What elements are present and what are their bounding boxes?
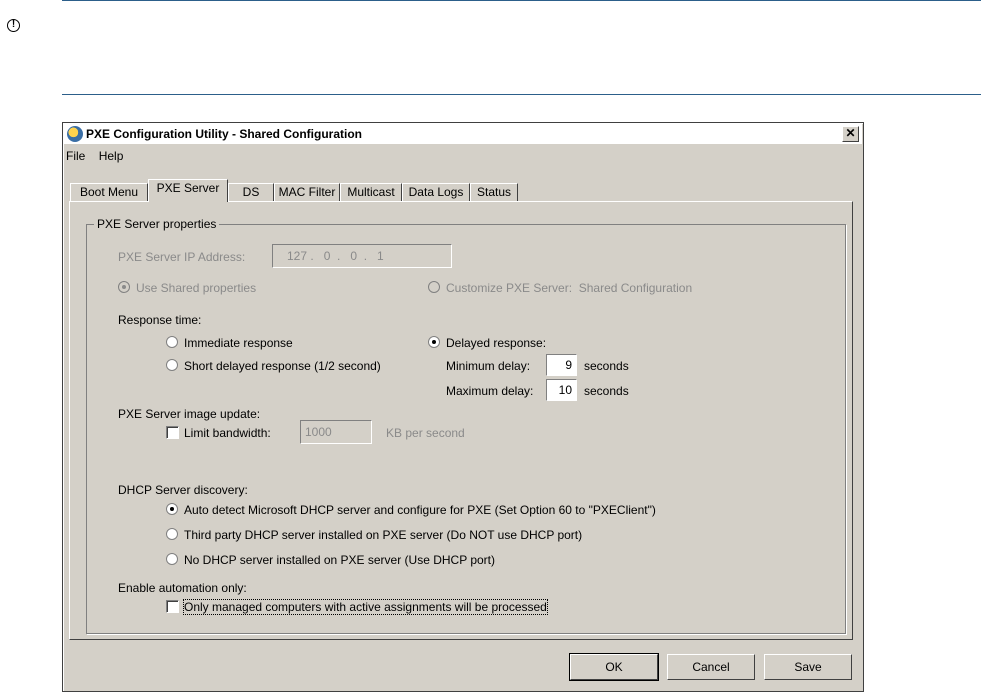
window-title: PXE Configuration Utility - Shared Confi… xyxy=(86,127,362,141)
max-delay-input[interactable]: 10 xyxy=(546,379,577,401)
dhcp-auto-radio[interactable] xyxy=(166,503,178,515)
min-delay-value: 9 xyxy=(565,358,572,372)
dhcp-third-party-radio[interactable] xyxy=(166,528,178,540)
managed-only-label: Only managed computers with active assig… xyxy=(183,599,548,615)
dhcp-none-label: No DHCP server installed on PXE server (… xyxy=(184,553,495,567)
min-delay-seconds: seconds xyxy=(584,359,629,373)
min-delay-input[interactable]: 9 xyxy=(546,354,577,376)
tab-boot-menu[interactable]: Boot Menu xyxy=(70,183,148,201)
short-delayed-radio[interactable] xyxy=(166,359,178,371)
customize-text: Customize PXE Server: xyxy=(446,281,573,295)
menu-help[interactable]: Help xyxy=(99,149,124,163)
tab-status[interactable]: Status xyxy=(470,183,518,201)
immediate-response-label: Immediate response xyxy=(184,336,293,350)
ip-address-label: PXE Server IP Address: xyxy=(118,250,246,264)
image-update-label: PXE Server image update: xyxy=(118,407,261,421)
max-delay-label: Maximum delay: xyxy=(446,384,534,398)
customize-value: Shared Configuration xyxy=(578,281,693,295)
delayed-response-radio[interactable] xyxy=(428,336,440,348)
limit-bandwidth-label: Limit bandwidth: xyxy=(184,426,271,440)
tab-data-logs[interactable]: Data Logs xyxy=(402,183,470,201)
limit-bandwidth-checkbox[interactable] xyxy=(166,426,179,439)
save-button[interactable]: Save xyxy=(764,654,852,680)
menu-bar: File Help xyxy=(66,149,133,163)
managed-only-checkbox[interactable] xyxy=(166,600,179,613)
delayed-response-label: Delayed response: xyxy=(446,336,547,350)
tab-multicast[interactable]: Multicast xyxy=(340,183,402,201)
dhcp-discovery-label: DHCP Server discovery: xyxy=(118,483,248,497)
short-delayed-label: Short delayed response (1/2 second) xyxy=(184,359,381,373)
top-rule xyxy=(62,0,981,1)
customize-label: Customize PXE Server: Shared Configurati… xyxy=(446,281,692,295)
dhcp-auto-label: Auto detect Microsoft DHCP server and co… xyxy=(184,503,656,517)
automation-label: Enable automation only: xyxy=(118,581,247,595)
immediate-response-radio[interactable] xyxy=(166,336,178,348)
tab-mac-filter[interactable]: MAC Filter xyxy=(274,183,340,201)
use-shared-label: Use Shared properties xyxy=(136,281,257,295)
min-delay-label: Minimum delay: xyxy=(446,359,531,373)
kb-per-second-label: KB per second xyxy=(386,426,465,440)
app-icon xyxy=(67,126,83,142)
close-icon: ✕ xyxy=(845,126,856,140)
max-delay-value: 10 xyxy=(558,383,572,397)
close-button[interactable]: ✕ xyxy=(842,126,859,142)
use-shared-radio[interactable] xyxy=(118,281,130,293)
title-bar[interactable]: PXE Configuration Utility - Shared Confi… xyxy=(64,124,862,144)
response-time-label: Response time: xyxy=(118,313,202,327)
group-legend: PXE Server properties xyxy=(94,217,220,231)
important-note-icon: ! xyxy=(7,19,20,32)
bottom-rule xyxy=(62,94,981,95)
cancel-button[interactable]: Cancel xyxy=(667,654,755,680)
menu-file[interactable]: File xyxy=(66,149,85,163)
bandwidth-value: 1000 xyxy=(305,425,332,439)
customize-radio[interactable] xyxy=(428,281,440,293)
ok-button[interactable]: OK xyxy=(569,653,659,681)
ip-address-value: 127 . 0 . 0 . 1 xyxy=(287,249,384,263)
tab-pxe-server[interactable]: PXE Server xyxy=(148,179,228,202)
dhcp-none-radio[interactable] xyxy=(166,553,178,565)
tab-ds[interactable]: DS xyxy=(228,183,274,201)
ip-address-field: 127 . 0 . 0 . 1 xyxy=(272,244,452,268)
max-delay-seconds: seconds xyxy=(584,384,629,398)
dhcp-third-party-label: Third party DHCP server installed on PXE… xyxy=(184,528,583,542)
bandwidth-input: 1000 xyxy=(300,420,372,444)
